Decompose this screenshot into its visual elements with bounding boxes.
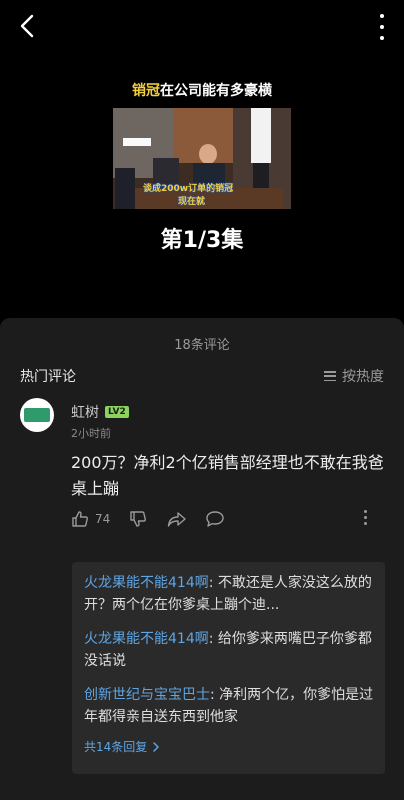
- video-title-highlight: 销冠: [132, 83, 160, 99]
- sort-icon: [324, 371, 336, 381]
- episode-label: 第1/3集: [160, 228, 244, 253]
- comments-sheet: 18条评论 热门评论 按热度 虹树 LV2 2小时前 200万？净利2个亿销售部…: [0, 318, 404, 800]
- comment-more-button[interactable]: [363, 510, 367, 525]
- more-options-button[interactable]: [374, 14, 390, 40]
- dot-icon: [380, 14, 384, 18]
- sort-by-hot-button[interactable]: 按热度: [324, 366, 384, 386]
- more-replies-label: 共14条回复: [84, 740, 148, 754]
- reply-author[interactable]: 火龙果能不能414啊: [84, 575, 209, 591]
- video-title-rest: 在公司能有多豪横: [160, 83, 272, 99]
- share-icon: [167, 512, 186, 527]
- share-button[interactable]: [167, 510, 187, 528]
- thumbs-down-icon: [130, 511, 146, 527]
- reply-button[interactable]: [205, 510, 225, 528]
- chevron-right-icon: [153, 741, 160, 752]
- back-button[interactable]: [14, 12, 42, 40]
- like-count: 74: [95, 512, 111, 526]
- reply-author[interactable]: 火龙果能不能414啊: [84, 631, 209, 647]
- video-thumbnail[interactable]: 谈成200w订单的销冠 现在就: [113, 108, 291, 209]
- comment-actions: 74: [71, 510, 385, 532]
- comment-text: 200万？净利2个亿销售部经理也不敢在我爸桌上蹦: [71, 453, 384, 498]
- reply-author[interactable]: 创新世纪与宝宝巴士: [84, 687, 210, 703]
- level-badge: LV2: [105, 406, 129, 418]
- back-arrow-icon: [20, 14, 34, 38]
- hot-comments-heading: 热门评论: [20, 369, 76, 385]
- dot-icon: [363, 516, 367, 519]
- view-more-replies-button[interactable]: 共14条回复: [84, 738, 161, 755]
- username: 虹树: [71, 405, 99, 421]
- reply-item[interactable]: 创新世纪与宝宝巴士: 净利两个亿，你爹怕是过年都得亲自送东西到他家: [84, 684, 376, 728]
- comment-count: 18条评论: [174, 338, 230, 353]
- avatar-image: [24, 408, 50, 422]
- like-button[interactable]: 74: [71, 510, 110, 528]
- thumbs-up-icon: [72, 511, 88, 527]
- thumbnail-caption: 谈成200w订单的销冠: [143, 184, 234, 194]
- sort-label: 按热度: [342, 369, 384, 385]
- comment-time: 2小时前: [71, 427, 111, 440]
- thumbnail-caption-2: 现在就: [178, 197, 206, 207]
- reply-item[interactable]: 火龙果能不能414啊: 不敢还是人家没这么放的开？两个亿在你爹桌上蹦个迪...: [84, 572, 376, 616]
- replies-box: 火龙果能不能414啊: 不敢还是人家没这么放的开？两个亿在你爹桌上蹦个迪... …: [72, 562, 385, 774]
- dot-icon: [380, 36, 384, 40]
- reply-item[interactable]: 火龙果能不能414啊: 给你爹来两嘴巴子你爹都没话说: [84, 628, 376, 672]
- dot-icon: [363, 522, 367, 525]
- avatar[interactable]: [20, 398, 54, 432]
- comment-author[interactable]: 虹树 LV2: [71, 402, 129, 422]
- video-area[interactable]: 销冠在公司能有多豪横 谈成200w订单的销冠 现在就 第1/3集: [0, 0, 404, 318]
- chat-bubble-icon: [206, 511, 224, 527]
- dot-icon: [380, 25, 384, 29]
- dot-icon: [363, 510, 367, 513]
- dislike-button[interactable]: [129, 510, 147, 528]
- video-title: 销冠在公司能有多豪横: [0, 80, 404, 100]
